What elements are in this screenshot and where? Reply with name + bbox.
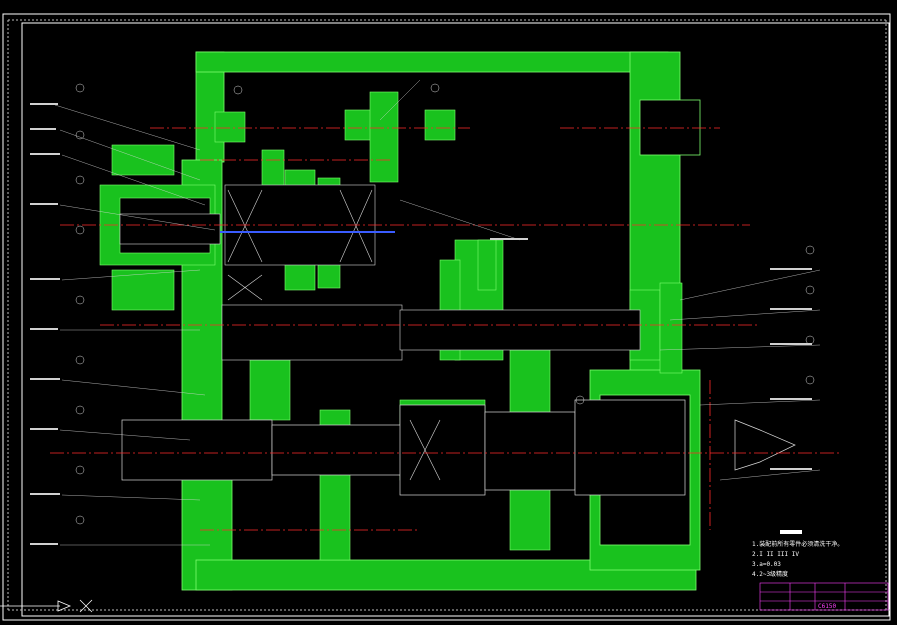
note-line-2: 2.I II III IV [752,551,799,558]
note-line-3: 3.a=0.03 [752,561,781,568]
cad-drawing-canvas[interactable]: 1.装配前所有零件必须清洗干净。 2.I II III IV 3.a=0.03 … [0,0,897,625]
note-line-4: 4.2~3级精度 [752,570,788,578]
technical-notes: 1.装配前所有零件必须清洗干净。 2.I II III IV 3.a=0.03 … [752,530,843,578]
ucs-arrow-icon [0,600,72,612]
title-block-drawing-name: C6150 [818,603,836,610]
note-line-1: 1.装配前所有零件必须清洗干净。 [752,540,843,548]
